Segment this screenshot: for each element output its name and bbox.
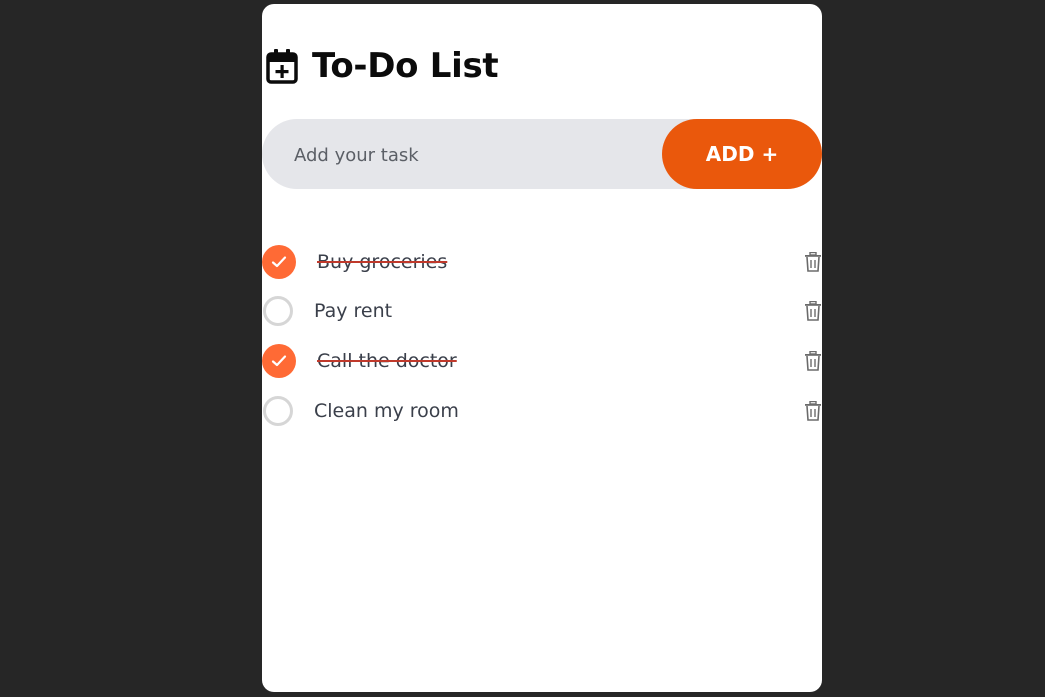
trash-icon[interactable] [804, 350, 822, 371]
trash-icon[interactable] [804, 400, 822, 421]
header: To-Do List [266, 44, 499, 88]
checkmark-icon [271, 256, 287, 267]
checkmark-icon [271, 355, 287, 367]
task-text[interactable]: Call the doctor [317, 350, 457, 372]
task-item: Clean my room [262, 386, 822, 436]
add-task-row: ADD + [262, 119, 822, 191]
task-item: Pay rent [262, 287, 822, 337]
task-checkbox-checked[interactable] [262, 244, 296, 279]
trash-icon[interactable] [804, 301, 822, 322]
task-text[interactable]: Pay rent [314, 300, 392, 322]
calendar-plus-icon [266, 48, 298, 84]
task-item: Buy groceries [262, 237, 822, 287]
task-item: Call the doctor [262, 336, 822, 386]
trash-icon[interactable] [804, 251, 822, 272]
task-text[interactable]: Clean my room [314, 400, 459, 422]
add-button[interactable]: ADD + [662, 119, 822, 189]
task-checkbox[interactable] [263, 395, 293, 426]
task-input[interactable] [292, 119, 656, 191]
task-checkbox-checked[interactable] [262, 343, 296, 378]
task-text[interactable]: Buy groceries [317, 251, 447, 273]
task-list: Buy groceries Pay rent Call the doctor Clea… [262, 237, 822, 435]
task-checkbox[interactable] [263, 296, 293, 327]
page-title: To-Do List [312, 46, 499, 86]
todo-card: To-Do List ADD + Buy groceries Pay rent Ca… [262, 4, 822, 692]
